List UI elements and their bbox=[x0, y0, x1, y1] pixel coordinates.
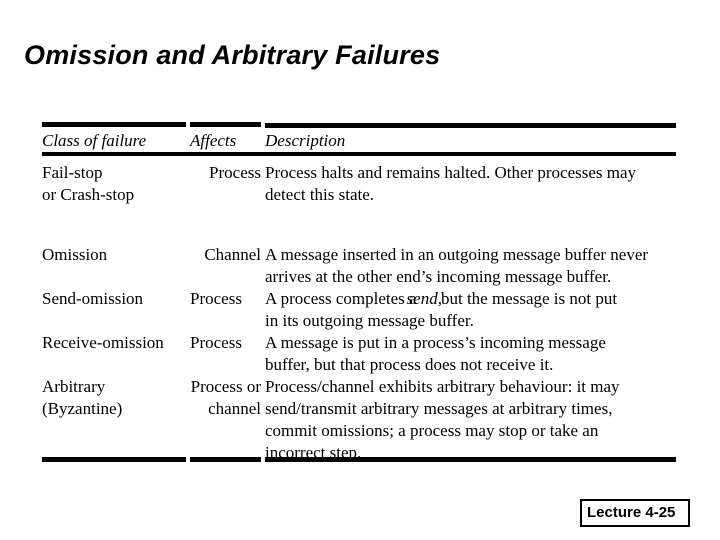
cell-class-line-2: (Byzantine) bbox=[42, 399, 123, 418]
failure-classes-table: Class of failure Affects Description Fai… bbox=[42, 118, 676, 468]
table-top-rule-segment-3 bbox=[265, 123, 676, 128]
cell-class-of-failure: Receive-omission bbox=[42, 333, 164, 352]
cell-description-line-1: A message inserted in an outgoing messag… bbox=[265, 245, 649, 264]
cell-description: A message is put in a process’s incoming… bbox=[265, 332, 695, 376]
table-top-rule bbox=[42, 122, 676, 128]
cell-description: Process halts and remains halted. Other … bbox=[265, 162, 695, 206]
cell-class-of-failure: Send-omission bbox=[42, 289, 144, 308]
table-header-rule bbox=[42, 152, 676, 156]
cell-description-line-2: detect this state. bbox=[265, 185, 375, 204]
table-row: Send-omission Process A process complete… bbox=[42, 288, 676, 336]
cell-affects: Process bbox=[190, 333, 242, 352]
cell-class-of-failure: Omission bbox=[42, 245, 108, 264]
cell-class-of-failure: Arbitrary (Byzantine) bbox=[42, 376, 194, 420]
table-row: Omission Channel A message inserted in a… bbox=[42, 244, 676, 292]
cell-affects: Process or channel bbox=[190, 376, 261, 420]
cell-affects: Channel bbox=[204, 245, 261, 264]
table-bottom-rule-segment-1 bbox=[42, 457, 186, 462]
cell-description-emphasis-send: send, bbox=[406, 289, 442, 308]
column-header-description: Description bbox=[265, 131, 346, 150]
cell-description-line-2: in its outgoing message buffer. bbox=[265, 311, 474, 330]
lecture-badge: Lecture 4-25 bbox=[580, 499, 690, 527]
cell-affects: Process bbox=[209, 163, 261, 182]
column-header-affects: Affects bbox=[190, 131, 237, 150]
cell-class-line-1: Arbitrary bbox=[42, 377, 106, 396]
cell-description-line-1: Process halts and remains halted. Other … bbox=[265, 163, 637, 182]
cell-description-line-2: buffer, but that process does not receiv… bbox=[265, 355, 554, 374]
cell-description-line-2: arrives at the other end’s incoming mess… bbox=[265, 267, 612, 286]
cell-description: A process completes asend,but the messag… bbox=[265, 288, 695, 332]
table-row: Receive-omission Process A message is pu… bbox=[42, 332, 676, 380]
cell-affects: Process bbox=[190, 289, 242, 308]
cell-description: Process/channel exhibits arbitrary behav… bbox=[265, 376, 695, 464]
cell-affects-line-2: channel bbox=[208, 399, 261, 418]
table-bottom-rule-segment-3 bbox=[265, 457, 676, 462]
table-top-rule-segment-1 bbox=[42, 122, 186, 127]
cell-description-line-1-part-b: but the message is not put bbox=[440, 289, 618, 308]
page-title: Omission and Arbitrary Failures bbox=[24, 40, 441, 70]
cell-affects-line-1: Process or bbox=[190, 377, 261, 396]
cell-description-line-1: A message is put in a process’s incoming… bbox=[265, 333, 606, 352]
cell-class-line-1: Fail-stop bbox=[42, 163, 103, 182]
table-header-row: Class of failure Affects Description bbox=[42, 130, 676, 152]
cell-description-line-1-part-a: A process completes a bbox=[265, 289, 417, 308]
table-top-rule-segment-2 bbox=[190, 122, 261, 127]
cell-description-line-1: Process/channel exhibits arbitrary behav… bbox=[265, 377, 620, 396]
cell-description: A message inserted in an outgoing messag… bbox=[265, 244, 695, 288]
cell-description-line-2: send/transmit arbitrary messages at arbi… bbox=[265, 399, 613, 418]
cell-class-of-failure: Fail-stop or Crash-stop bbox=[42, 162, 194, 206]
cell-description-line-3: commit omissions; a process may stop or … bbox=[265, 421, 599, 440]
lecture-badge-label: Lecture 4-25 bbox=[587, 504, 676, 521]
table-row: Fail-stop or Crash-stop Process Process … bbox=[42, 162, 676, 210]
slide: Omission and Arbitrary Failures Class of… bbox=[0, 0, 720, 540]
table-bottom-rule bbox=[42, 457, 676, 462]
cell-description-line-1: A process completes asend,but the messag… bbox=[265, 288, 695, 310]
table-bottom-rule-segment-2 bbox=[190, 457, 261, 462]
table-row: Arbitrary (Byzantine) Process or channel… bbox=[42, 376, 676, 468]
cell-class-line-2: or Crash-stop bbox=[42, 185, 135, 204]
column-header-class-of-failure: Class of failure bbox=[42, 131, 147, 150]
